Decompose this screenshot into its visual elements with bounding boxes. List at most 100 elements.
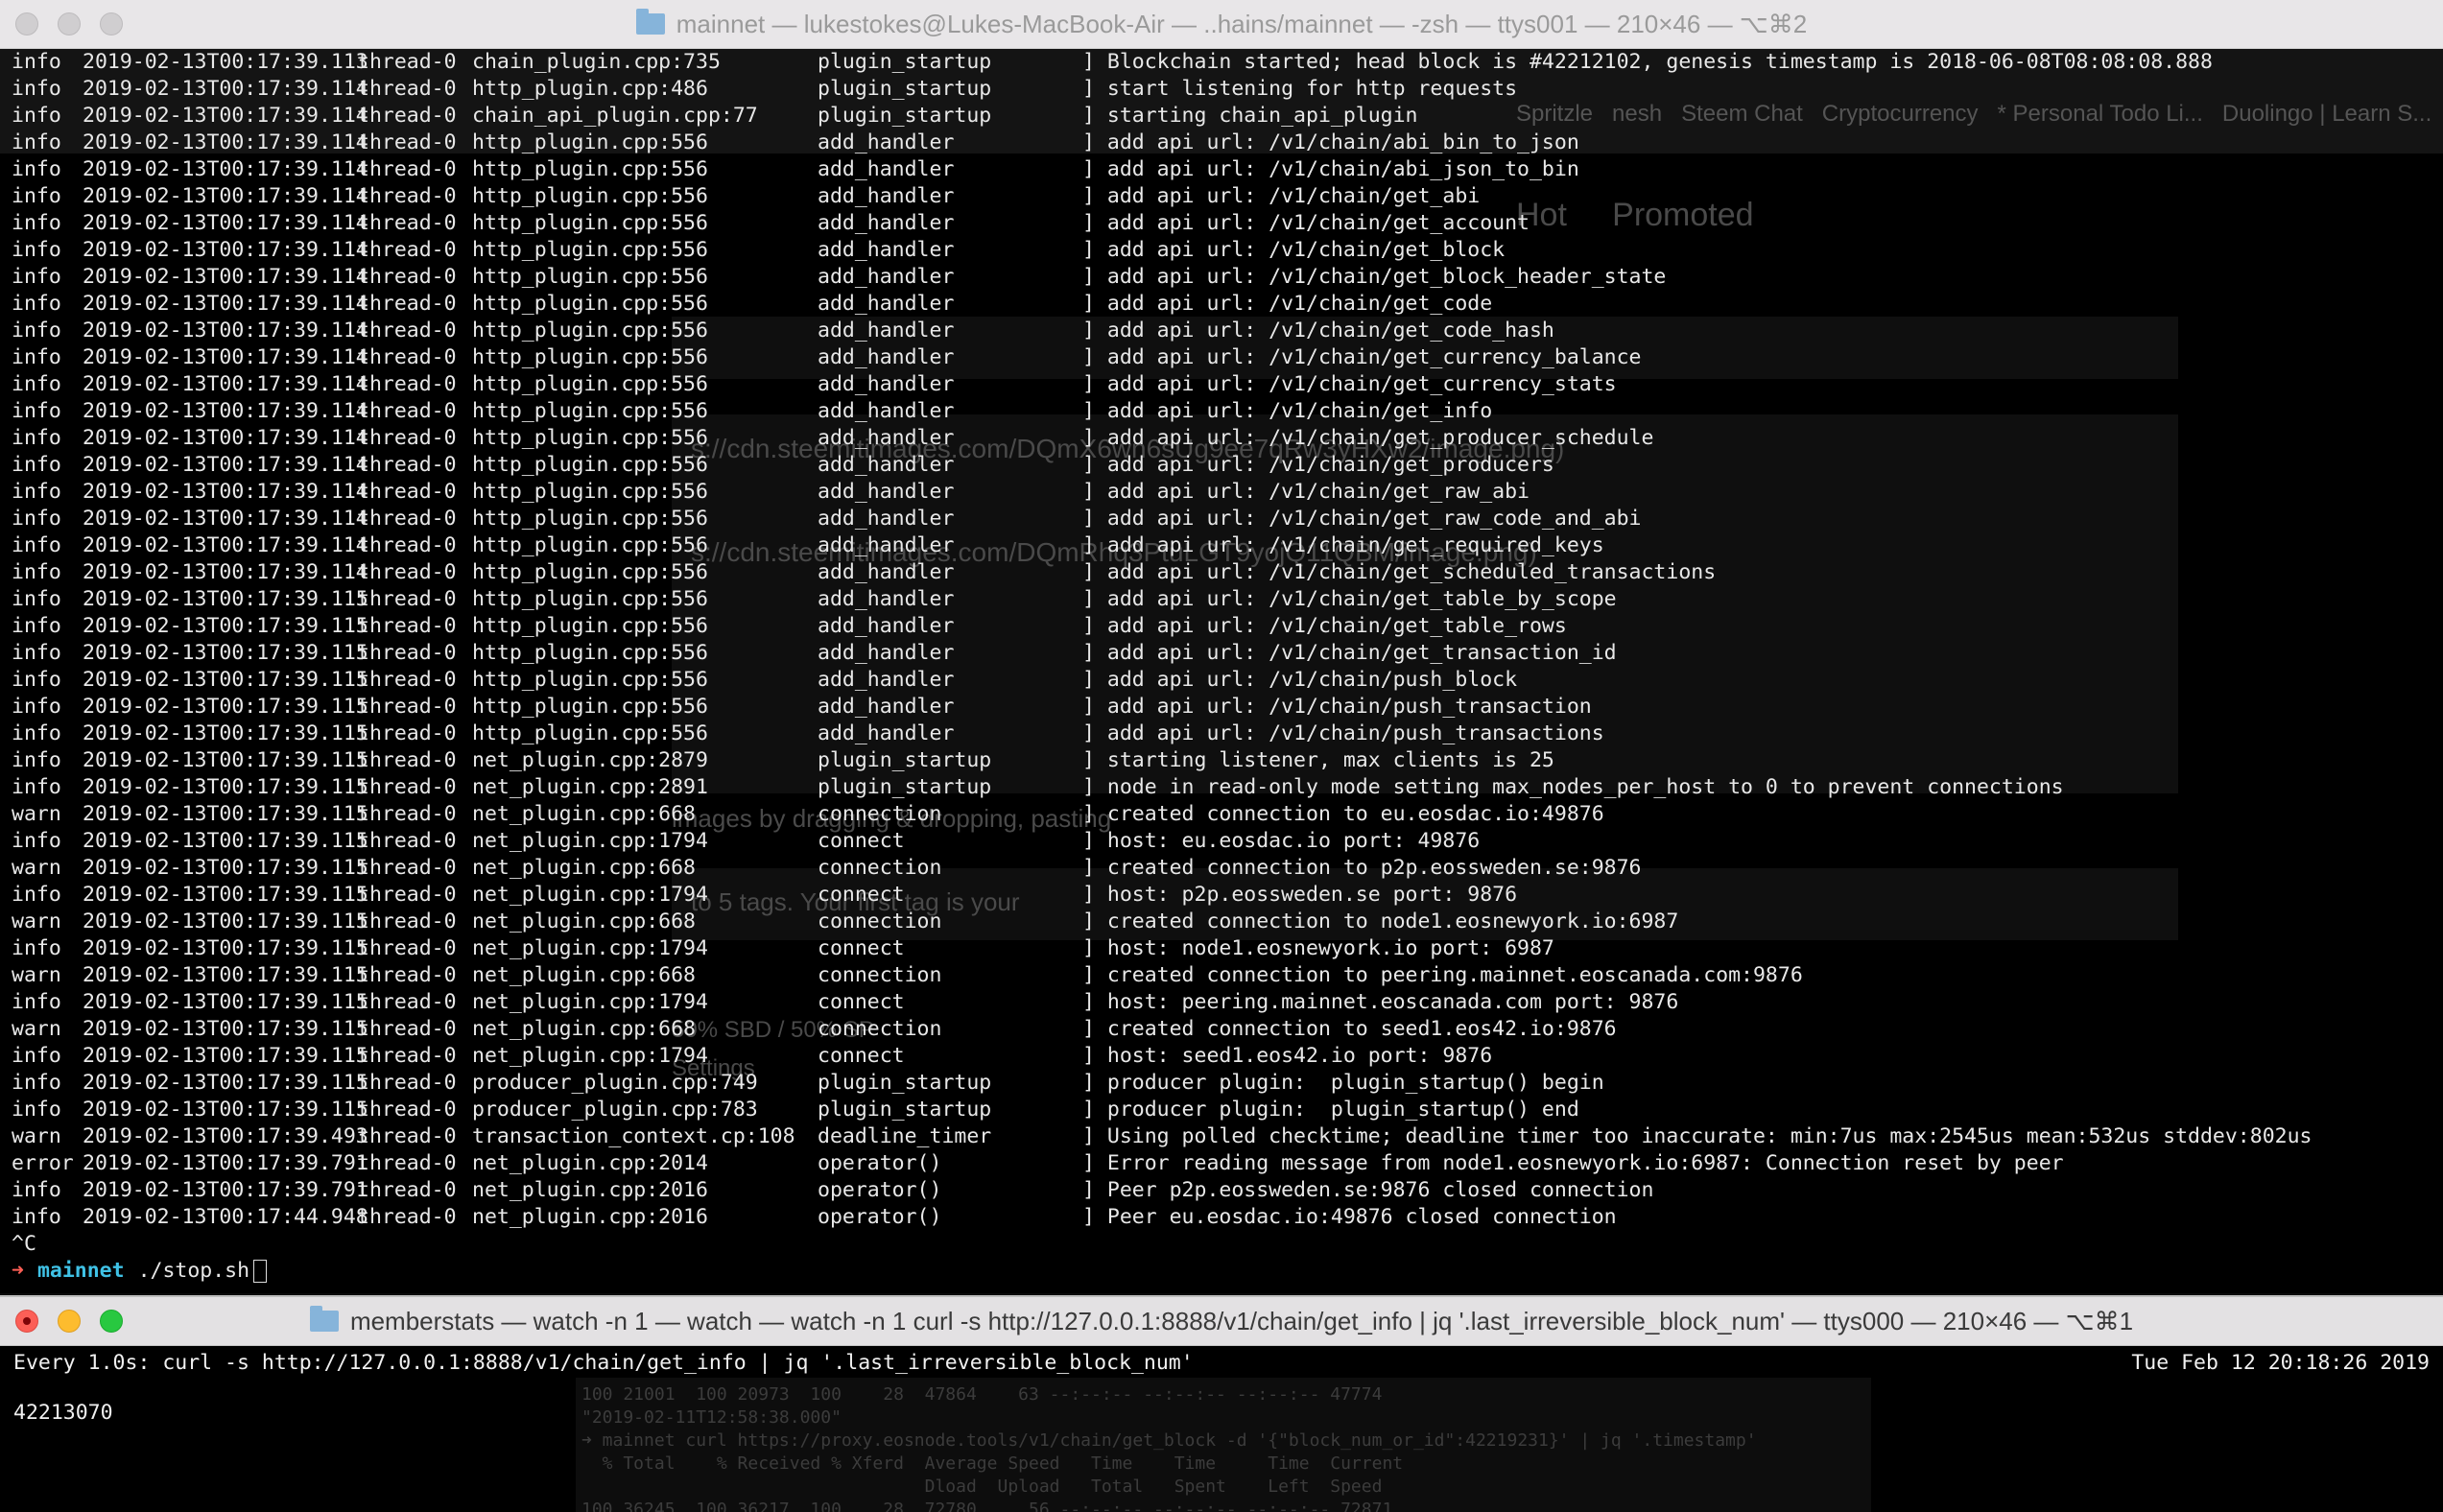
log-thread: thread-0: [357, 1178, 457, 1202]
log-row: info 2019-02-13T00:17:39.115thread-0 http_…: [12, 694, 2312, 721]
log-ts: 2019-02-13T00:17:39.114: [83, 399, 368, 423]
terminal-window-mainnet[interactable]: mainnet — lukestokes@Lukes-MacBook-Air —…: [0, 0, 2443, 1293]
log-msg: ] add api url: /v1/chain/get_code: [1082, 292, 1493, 316]
log-row: info 2019-02-13T00:17:39.114thread-0 http_…: [12, 156, 2312, 183]
log-file: net_plugin.cpp:1794: [472, 829, 708, 853]
log-msg: ] add api url: /v1/chain/abi_bin_to_json: [1082, 130, 1579, 154]
log-func: add_handler: [818, 157, 955, 181]
log-thread: thread-0: [357, 345, 457, 369]
log-func: connection: [818, 910, 942, 933]
log-func: add_handler: [818, 533, 955, 557]
log-ts: 2019-02-13T00:17:39.114: [83, 104, 368, 128]
log-file: http_plugin.cpp:556: [472, 453, 708, 477]
close-button[interactable]: [15, 1310, 38, 1333]
log-level: info: [12, 721, 61, 745]
log-row: info 2019-02-13T00:17:39.115thread-0 net_p…: [12, 989, 2312, 1016]
log-level: info: [12, 1178, 61, 1202]
log-ts: 2019-02-13T00:17:39.115: [83, 829, 368, 853]
interrupt-line: ^C: [12, 1232, 36, 1256]
log-file: http_plugin.cpp:556: [472, 345, 708, 369]
log-thread: thread-0: [357, 130, 457, 154]
log-row: info 2019-02-13T00:17:39.115thread-0 net_p…: [12, 747, 2312, 774]
log-level: info: [12, 319, 61, 343]
zoom-button[interactable]: [100, 1310, 123, 1333]
log-row: info 2019-02-13T00:17:39.115thread-0 http_…: [12, 586, 2312, 613]
window-controls: [15, 1310, 123, 1333]
log-func: connection: [818, 963, 942, 987]
log-func: plugin_startup: [818, 104, 992, 128]
log-ts: 2019-02-13T00:17:39.114: [83, 77, 368, 101]
minimize-button[interactable]: [58, 1310, 81, 1333]
log-msg: ] host: seed1.eos42.io port: 9876: [1082, 1044, 1493, 1068]
log-file: chain_plugin.cpp:735: [472, 50, 721, 74]
log-row: info 2019-02-13T00:17:39.114thread-0 http_…: [12, 479, 2312, 506]
prompt-arrow-icon: ➜: [12, 1259, 24, 1283]
log-thread: thread-0: [357, 292, 457, 316]
irreversible-block-value: 42213070: [13, 1401, 113, 1425]
log-row: info 2019-02-13T00:17:39.114thread-0 http_…: [12, 452, 2312, 479]
log-func: connection: [818, 802, 942, 826]
log-msg: ] host: eu.eosdac.io port: 49876: [1082, 829, 1481, 853]
log-msg: ] producer plugin: plugin_startup() end: [1082, 1098, 1579, 1122]
log-ts: 2019-02-13T00:17:39.114: [83, 426, 368, 450]
log-msg: ] add api url: /v1/chain/push_block: [1082, 668, 1518, 692]
log-level: info: [12, 560, 61, 584]
log-level: warn: [12, 802, 61, 826]
prompt-command[interactable]: ./stop.sh: [138, 1258, 250, 1285]
terminal-window-memberstats[interactable]: memberstats — watch -n 1 — watch — watch…: [0, 1295, 2443, 1512]
log-msg: ] add api url: /v1/chain/get_block: [1082, 238, 1506, 262]
shell-prompt[interactable]: ➜ mainnet ./stop.sh: [12, 1258, 2312, 1285]
terminal-output[interactable]: info 2019-02-13T00:17:39.113thread-0 chain…: [12, 49, 2312, 1285]
log-func: plugin_startup: [818, 748, 992, 772]
log-func: add_handler: [818, 560, 955, 584]
log-row: info 2019-02-13T00:17:39.114thread-0 http_…: [12, 425, 2312, 452]
log-func: plugin_startup: [818, 1071, 992, 1095]
title-bar[interactable]: memberstats — watch -n 1 — watch — watch…: [0, 1295, 2443, 1346]
log-row: info 2019-02-13T00:17:39.115thread-0 net_p…: [12, 1043, 2312, 1070]
minimize-button[interactable]: [58, 12, 81, 35]
log-file: net_plugin.cpp:668: [472, 856, 696, 880]
text-cursor: [253, 1260, 268, 1283]
log-thread: thread-0: [357, 507, 457, 531]
log-ts: 2019-02-13T00:17:39.115: [83, 587, 368, 611]
log-thread: thread-0: [357, 426, 457, 450]
log-thread: thread-0: [357, 184, 457, 208]
log-ts: 2019-02-13T00:17:39.115: [83, 910, 368, 933]
log-row: info 2019-02-13T00:17:39.115thread-0 http_…: [12, 667, 2312, 694]
log-row: warn 2019-02-13T00:17:39.493thread-0 trans…: [12, 1123, 2312, 1150]
log-ts: 2019-02-13T00:17:39.791: [83, 1151, 368, 1175]
log-thread: thread-0: [357, 372, 457, 396]
log-file: net_plugin.cpp:1794: [472, 936, 708, 960]
folder-icon: [635, 9, 665, 35]
log-thread: thread-0: [357, 587, 457, 611]
log-ts: 2019-02-13T00:17:39.114: [83, 507, 368, 531]
log-row: info 2019-02-13T00:17:39.114thread-0 http_…: [12, 506, 2312, 532]
log-func: plugin_startup: [818, 775, 992, 799]
log-msg: ] add api url: /v1/chain/abi_json_to_bin: [1082, 157, 1579, 181]
log-ts: 2019-02-13T00:17:39.114: [83, 345, 368, 369]
log-row: info 2019-02-13T00:17:39.115thread-0 produ…: [12, 1070, 2312, 1097]
background-terminal-ghost: 100 21001 100 20973 100 28 47864 63 --:-…: [576, 1378, 1871, 1512]
zoom-button[interactable]: [100, 12, 123, 35]
log-ts: 2019-02-13T00:17:39.114: [83, 560, 368, 584]
title-bar[interactable]: mainnet — lukestokes@Lukes-MacBook-Air —…: [0, 0, 2443, 49]
log-file: http_plugin.cpp:556: [472, 211, 708, 235]
log-thread: thread-0: [357, 453, 457, 477]
log-thread: thread-0: [357, 990, 457, 1014]
log-ts: 2019-02-13T00:17:39.115: [83, 856, 368, 880]
log-ts: 2019-02-13T00:17:39.115: [83, 963, 368, 987]
log-ts: 2019-02-13T00:17:39.115: [83, 775, 368, 799]
log-file: producer_plugin.cpp:749: [472, 1071, 758, 1095]
close-button[interactable]: [15, 12, 38, 35]
log-level: info: [12, 883, 61, 907]
log-row: info 2019-02-13T00:17:39.114thread-0 http_…: [12, 130, 2312, 156]
log-thread: thread-0: [357, 936, 457, 960]
log-file: http_plugin.cpp:556: [472, 399, 708, 423]
log-row: info 2019-02-13T00:17:39.115thread-0 net_p…: [12, 882, 2312, 909]
log-level: info: [12, 480, 61, 504]
log-file: net_plugin.cpp:1794: [472, 883, 708, 907]
log-ts: 2019-02-13T00:17:39.114: [83, 372, 368, 396]
log-ts: 2019-02-13T00:17:39.114: [83, 130, 368, 154]
log-ts: 2019-02-13T00:17:39.114: [83, 238, 368, 262]
log-level: info: [12, 238, 61, 262]
